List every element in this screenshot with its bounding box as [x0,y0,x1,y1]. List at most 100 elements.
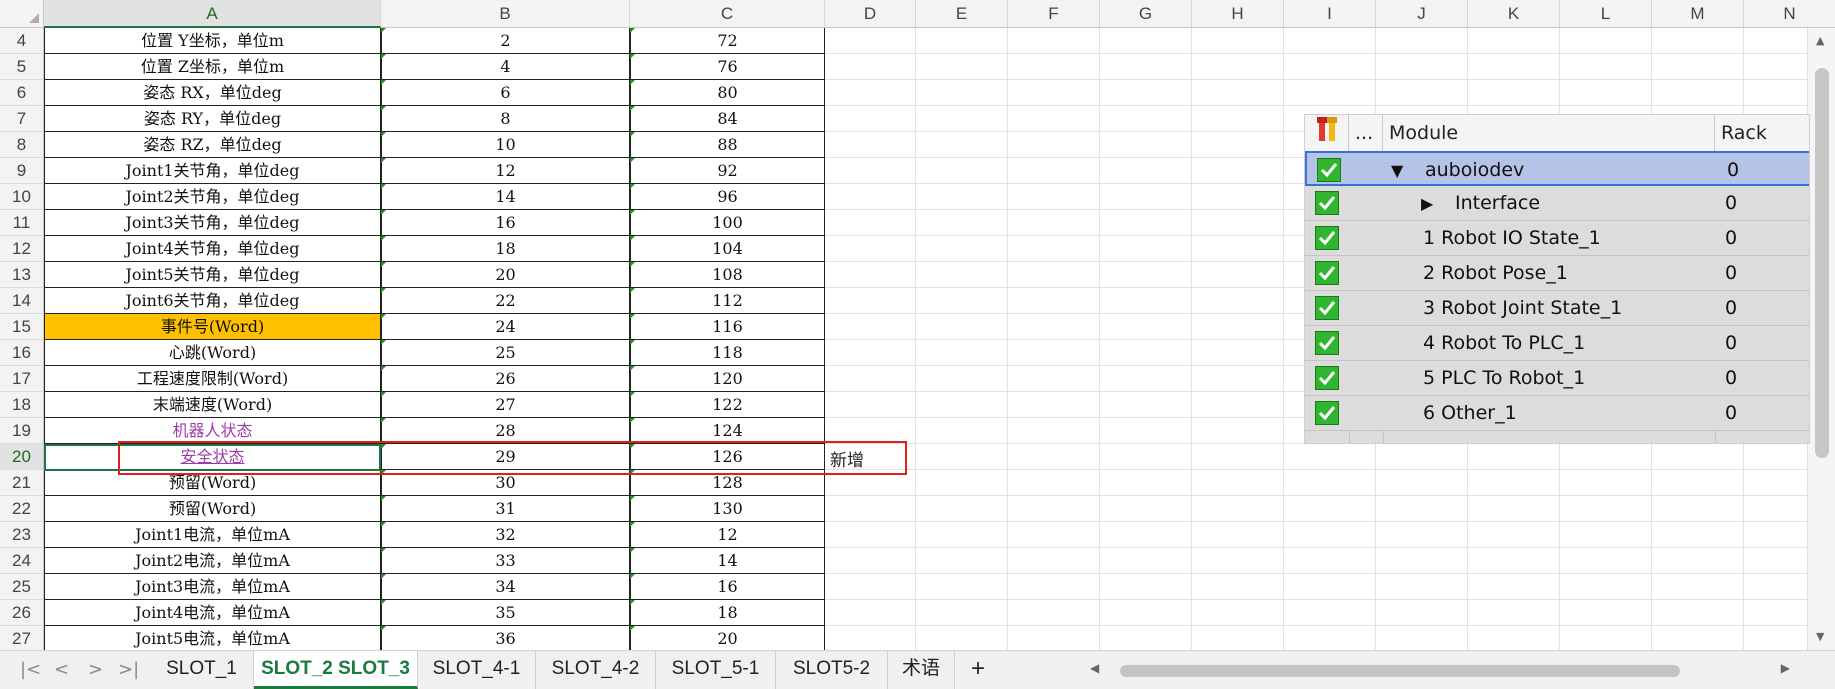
cell-a[interactable]: 姿态 RZ，单位deg [44,132,381,158]
sheet-tab[interactable]: 术语 [888,651,955,689]
row-header[interactable]: 6 [0,80,44,106]
cell-b[interactable]: 33 [381,548,630,574]
column-header-m[interactable]: M [1652,0,1744,28]
column-header-rack[interactable]: Rack [1715,115,1809,151]
column-header-j[interactable]: J [1376,0,1468,28]
cell-c[interactable]: 92 [630,158,825,184]
column-options[interactable]: ... [1349,115,1383,151]
row-header[interactable]: 24 [0,548,44,574]
row-header[interactable]: 10 [0,184,44,210]
row-header[interactable]: 20 [0,444,44,470]
scroll-down-icon[interactable]: ▼ [1816,630,1824,643]
column-header-b[interactable]: B [381,0,630,28]
cell-b[interactable]: 14 [381,184,630,210]
module-row[interactable]: 2 Robot Pose_1 0 [1305,256,1809,291]
checkbox-checked-icon[interactable] [1315,401,1339,425]
sheet-tab[interactable]: SLOT_5-1 [656,651,776,689]
checkbox-checked-icon[interactable] [1315,191,1339,215]
column-header-k[interactable]: K [1468,0,1560,28]
checkbox-checked-icon[interactable] [1317,158,1341,182]
sheet-tab[interactable]: SLOT_1 [150,651,254,689]
cell-a[interactable]: Joint1电流，单位mA [44,522,381,548]
row-header[interactable]: 18 [0,392,44,418]
column-header-module[interactable]: Module [1383,115,1715,151]
sheet-tab[interactable]: SLOT_2 SLOT_3 [254,651,418,689]
expand-down-icon[interactable]: ▼ [1391,153,1403,188]
cell-b[interactable]: 8 [381,106,630,132]
prev-sheet-icon[interactable]: < [54,659,69,680]
cell-c[interactable]: 12 [630,522,825,548]
cell-c[interactable]: 96 [630,184,825,210]
cell-c[interactable]: 104 [630,236,825,262]
cell-a[interactable]: Joint5电流，单位mA [44,626,381,650]
column-header-g[interactable]: G [1100,0,1192,28]
cell-a[interactable]: Joint2电流，单位mA [44,548,381,574]
sheet-tab[interactable]: SLOT_4-1 [418,651,536,689]
cell-c[interactable]: 76 [630,54,825,80]
checkbox-checked-icon[interactable] [1315,331,1339,355]
vertical-scroll-thumb[interactable] [1815,68,1829,458]
column-header-i[interactable]: I [1284,0,1376,28]
cell-c[interactable]: 130 [630,496,825,522]
cell-b[interactable]: 16 [381,210,630,236]
cell-b[interactable]: 35 [381,600,630,626]
cell-b[interactable]: 31 [381,496,630,522]
cell-b[interactable]: 22 [381,288,630,314]
cell-c[interactable]: 18 [630,600,825,626]
module-row[interactable]: 4 Robot To PLC_1 0 [1305,326,1809,361]
wrench-icon[interactable] [1305,115,1349,151]
row-header[interactable]: 8 [0,132,44,158]
checkbox-checked-icon[interactable] [1315,366,1339,390]
module-row[interactable]: 1 Robot IO State_1 0 [1305,221,1809,256]
sheet-tab[interactable]: SLOT_4-2 [536,651,656,689]
cell-b[interactable]: 24 [381,314,630,340]
cell-b[interactable]: 25 [381,340,630,366]
cell-a[interactable]: 位置 Z坐标，单位m [44,54,381,80]
cell-a[interactable]: Joint1关节角，单位deg [44,158,381,184]
cell-a[interactable]: Joint2关节角，单位deg [44,184,381,210]
scroll-right-icon[interactable]: ▶ [1781,661,1790,675]
checkbox-checked-icon[interactable] [1315,296,1339,320]
cell-b[interactable]: 32 [381,522,630,548]
cell-c[interactable]: 84 [630,106,825,132]
scroll-up-icon[interactable]: ▲ [1816,34,1824,47]
cell-a[interactable]: Joint6关节角，单位deg [44,288,381,314]
row-header[interactable]: 7 [0,106,44,132]
cell-b[interactable]: 34 [381,574,630,600]
select-all-corner[interactable] [0,0,44,28]
row-header[interactable]: 11 [0,210,44,236]
first-sheet-icon[interactable]: |< [20,659,41,680]
cell-a[interactable]: 姿态 RX，单位deg [44,80,381,106]
expand-right-icon[interactable]: ▶ [1421,186,1433,221]
cell-c[interactable]: 20 [630,626,825,650]
cell-c[interactable]: 100 [630,210,825,236]
module-row[interactable]: 3 Robot Joint State_1 0 [1305,291,1809,326]
row-header[interactable]: 9 [0,158,44,184]
cell-c[interactable]: 108 [630,262,825,288]
cell-b[interactable]: 4 [381,54,630,80]
cell-a[interactable]: 工程速度限制(Word) [44,366,381,392]
cell-c[interactable]: 14 [630,548,825,574]
cell-b[interactable]: 18 [381,236,630,262]
row-header[interactable]: 16 [0,340,44,366]
row-header[interactable]: 17 [0,366,44,392]
cell-b[interactable]: 27 [381,392,630,418]
cell-b[interactable]: 12 [381,158,630,184]
cell-c[interactable]: 88 [630,132,825,158]
cell-a[interactable]: 事件号(Word) [44,314,381,340]
cell-a[interactable]: Joint3电流，单位mA [44,574,381,600]
cell-a[interactable]: Joint3关节角，单位deg [44,210,381,236]
cell-c[interactable]: 120 [630,366,825,392]
cell-a[interactable]: 预留(Word) [44,496,381,522]
column-header-e[interactable]: E [916,0,1008,28]
cell-b[interactable]: 2 [381,28,630,54]
row-header[interactable]: 22 [0,496,44,522]
row-header[interactable]: 23 [0,522,44,548]
cell-b[interactable]: 20 [381,262,630,288]
row-header[interactable]: 26 [0,600,44,626]
column-header-d[interactable]: D [825,0,916,28]
row-header[interactable]: 5 [0,54,44,80]
cell-c[interactable]: 72 [630,28,825,54]
cell-a[interactable]: 位置 Y坐标，单位m [44,28,381,54]
add-sheet-button[interactable]: + [955,651,1001,689]
